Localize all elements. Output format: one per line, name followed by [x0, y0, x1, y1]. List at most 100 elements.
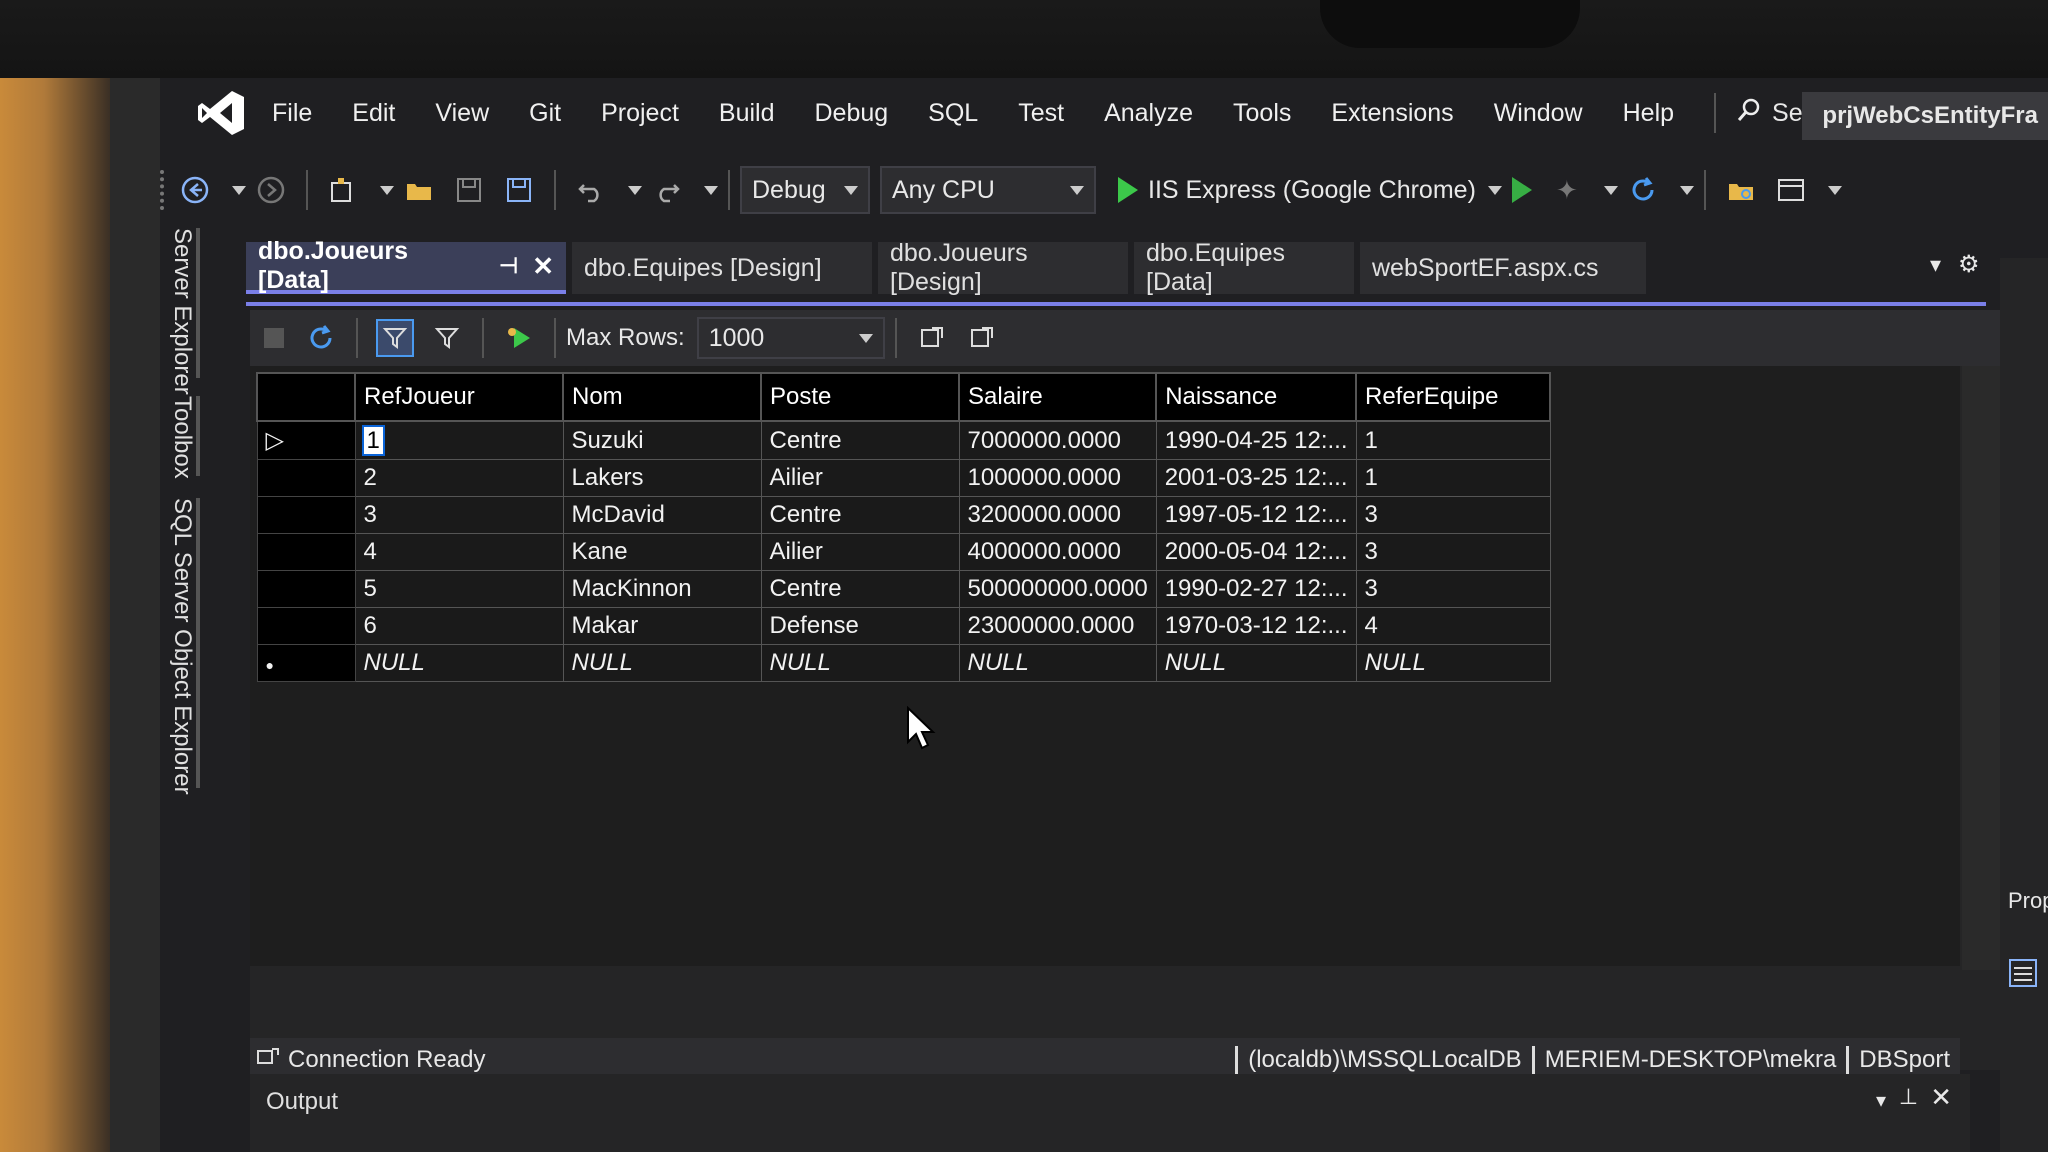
menu-view[interactable]: View: [435, 99, 489, 128]
undo-icon[interactable]: [574, 173, 608, 207]
tab-joueurs-design[interactable]: dbo.Joueurs [Design]: [878, 239, 1128, 296]
hot-reload-icon[interactable]: ✦: [1550, 173, 1584, 207]
table-cell[interactable]: 1: [354, 420, 564, 460]
table-cell[interactable]: 1000000.0000: [958, 459, 1157, 497]
save-icon[interactable]: [452, 173, 486, 207]
refresh-icon[interactable]: [304, 321, 338, 355]
table-cell[interactable]: 1997-05-12 12:...: [1155, 496, 1357, 534]
table-cell[interactable]: Ailier: [760, 533, 960, 571]
tab-joueurs-data[interactable]: dbo.Joueurs [Data] ⊣ ✕: [246, 237, 566, 294]
table-cell[interactable]: McDavid: [562, 496, 762, 534]
menu-window[interactable]: Window: [1494, 99, 1583, 128]
table-cell[interactable]: Centre: [760, 570, 960, 608]
script-file-icon[interactable]: [965, 321, 999, 355]
table-cell[interactable]: NULL: [1355, 644, 1551, 682]
column-header[interactable]: Poste: [760, 372, 960, 422]
table-row[interactable]: 2 Lakers Ailier 1000000.0000 2001-03-25 12:.…: [256, 459, 1551, 497]
table-cell[interactable]: 2: [354, 459, 564, 497]
toolbar-grip[interactable]: [160, 170, 170, 210]
table-cell[interactable]: Kane: [562, 533, 762, 571]
close-icon[interactable]: ✕: [532, 251, 554, 282]
table-cell[interactable]: 3: [1355, 570, 1551, 608]
column-header[interactable]: ReferEquipe: [1355, 372, 1551, 422]
stop-icon[interactable]: [264, 328, 284, 348]
tab-equipes-design[interactable]: dbo.Equipes [Design]: [572, 242, 872, 294]
table-cell[interactable]: NULL: [562, 644, 762, 682]
refresh-icon[interactable]: [1626, 173, 1660, 207]
table-cell[interactable]: 23000000.0000: [958, 607, 1157, 645]
table-row[interactable]: ▷ 1 Suzuki Centre 7000000.0000 1990-04-25 12:…: [256, 420, 1551, 460]
categorized-icon[interactable]: [2008, 958, 2038, 993]
table-cell[interactable]: 2001-03-25 12:...: [1155, 459, 1357, 497]
table-cell[interactable]: Ailier: [760, 459, 960, 497]
menu-analyze[interactable]: Analyze: [1104, 99, 1193, 128]
table-cell[interactable]: 7000000.0000: [958, 420, 1157, 460]
chevron-down-icon[interactable]: [704, 185, 718, 195]
tab-server-explorer[interactable]: Server Explorer: [168, 228, 196, 395]
table-row[interactable]: 6 Makar Defense 23000000.0000 1970-03-12 12:…: [256, 607, 1551, 645]
menu-edit[interactable]: Edit: [352, 99, 395, 128]
chevron-down-icon[interactable]: [232, 185, 246, 195]
save-all-icon[interactable]: [502, 173, 536, 207]
column-header[interactable]: Nom: [562, 372, 762, 422]
column-header[interactable]: Salaire: [957, 372, 1158, 422]
chevron-down-icon[interactable]: [1679, 185, 1694, 195]
column-header[interactable]: Naissance: [1155, 372, 1357, 422]
table-cell[interactable]: NULL: [1155, 644, 1357, 682]
table-cell[interactable]: 1: [1355, 459, 1551, 497]
table-cell[interactable]: 4000000.0000: [958, 533, 1157, 571]
export-script-icon[interactable]: [915, 321, 949, 355]
menu-extensions[interactable]: Extensions: [1331, 99, 1453, 128]
table-cell[interactable]: NULL: [958, 644, 1157, 682]
table-cell[interactable]: 6: [354, 607, 564, 645]
table-cell[interactable]: 5: [354, 570, 564, 608]
table-cell[interactable]: 3: [1355, 496, 1551, 534]
generate-script-icon[interactable]: [502, 321, 536, 355]
table-cell[interactable]: 4: [354, 533, 564, 571]
menu-tools[interactable]: Tools: [1233, 99, 1291, 128]
row-selector[interactable]: ▷: [256, 420, 356, 460]
table-row[interactable]: 4 Kane Ailier 4000000.0000 2000-05-04 12:...…: [256, 533, 1551, 571]
close-icon[interactable]: ✕: [1930, 1082, 1952, 1113]
platform-dropdown[interactable]: Any CPU: [880, 166, 1096, 214]
open-folder-icon[interactable]: [402, 173, 436, 207]
row-selector[interactable]: [256, 533, 356, 571]
new-project-icon[interactable]: [326, 173, 360, 207]
table-cell[interactable]: 1: [1355, 420, 1551, 460]
menu-test[interactable]: Test: [1018, 99, 1064, 128]
browse-folder-icon[interactable]: [1724, 173, 1758, 207]
table-cell[interactable]: 1970-03-12 12:...: [1155, 607, 1357, 645]
row-selector[interactable]: [256, 607, 356, 645]
table-cell[interactable]: 500000000.0000: [958, 570, 1157, 608]
menu-project[interactable]: Project: [601, 99, 679, 128]
row-selector[interactable]: [256, 459, 356, 497]
table-cell[interactable]: Makar: [562, 607, 762, 645]
menu-file[interactable]: File: [272, 99, 312, 128]
window-layout-icon[interactable]: [1774, 173, 1808, 207]
tab-list-dropdown-icon[interactable]: ▾: [1930, 252, 1941, 278]
menu-git[interactable]: Git: [529, 99, 561, 128]
apply-filter-icon[interactable]: [376, 319, 414, 357]
gear-icon[interactable]: ⚙: [1958, 250, 1980, 279]
redo-icon[interactable]: [650, 173, 684, 207]
tab-toolbox[interactable]: Toolbox: [168, 396, 196, 479]
table-cell[interactable]: 2000-05-04 12:...: [1155, 533, 1357, 571]
table-cell[interactable]: 3200000.0000: [958, 496, 1157, 534]
row-selector[interactable]: ●: [256, 644, 356, 682]
column-header[interactable]: RefJoueur: [354, 372, 564, 422]
menu-sql[interactable]: SQL: [928, 99, 978, 128]
back-icon[interactable]: [178, 173, 212, 207]
table-cell[interactable]: 3: [1355, 533, 1551, 571]
row-selector-header[interactable]: [256, 372, 356, 422]
pin-icon[interactable]: ⊥: [1899, 1084, 1918, 1110]
vertical-scrollbar[interactable]: [1962, 366, 2002, 970]
menu-debug[interactable]: Debug: [815, 99, 889, 128]
max-rows-dropdown[interactable]: 1000: [696, 317, 885, 359]
menu-build[interactable]: Build: [719, 99, 775, 128]
pin-icon[interactable]: ⊣: [499, 253, 518, 279]
tab-sql-server-object-explorer[interactable]: SQL Server Object Explorer: [168, 498, 196, 795]
table-cell[interactable]: 1990-02-27 12:...: [1155, 570, 1357, 608]
table-cell[interactable]: Suzuki: [562, 420, 762, 460]
table-row[interactable]: 5 MacKinnon Centre 500000000.0000 1990-02-27…: [256, 570, 1551, 608]
table-row[interactable]: 3 McDavid Centre 3200000.0000 1997-05-12 12:…: [256, 496, 1551, 534]
